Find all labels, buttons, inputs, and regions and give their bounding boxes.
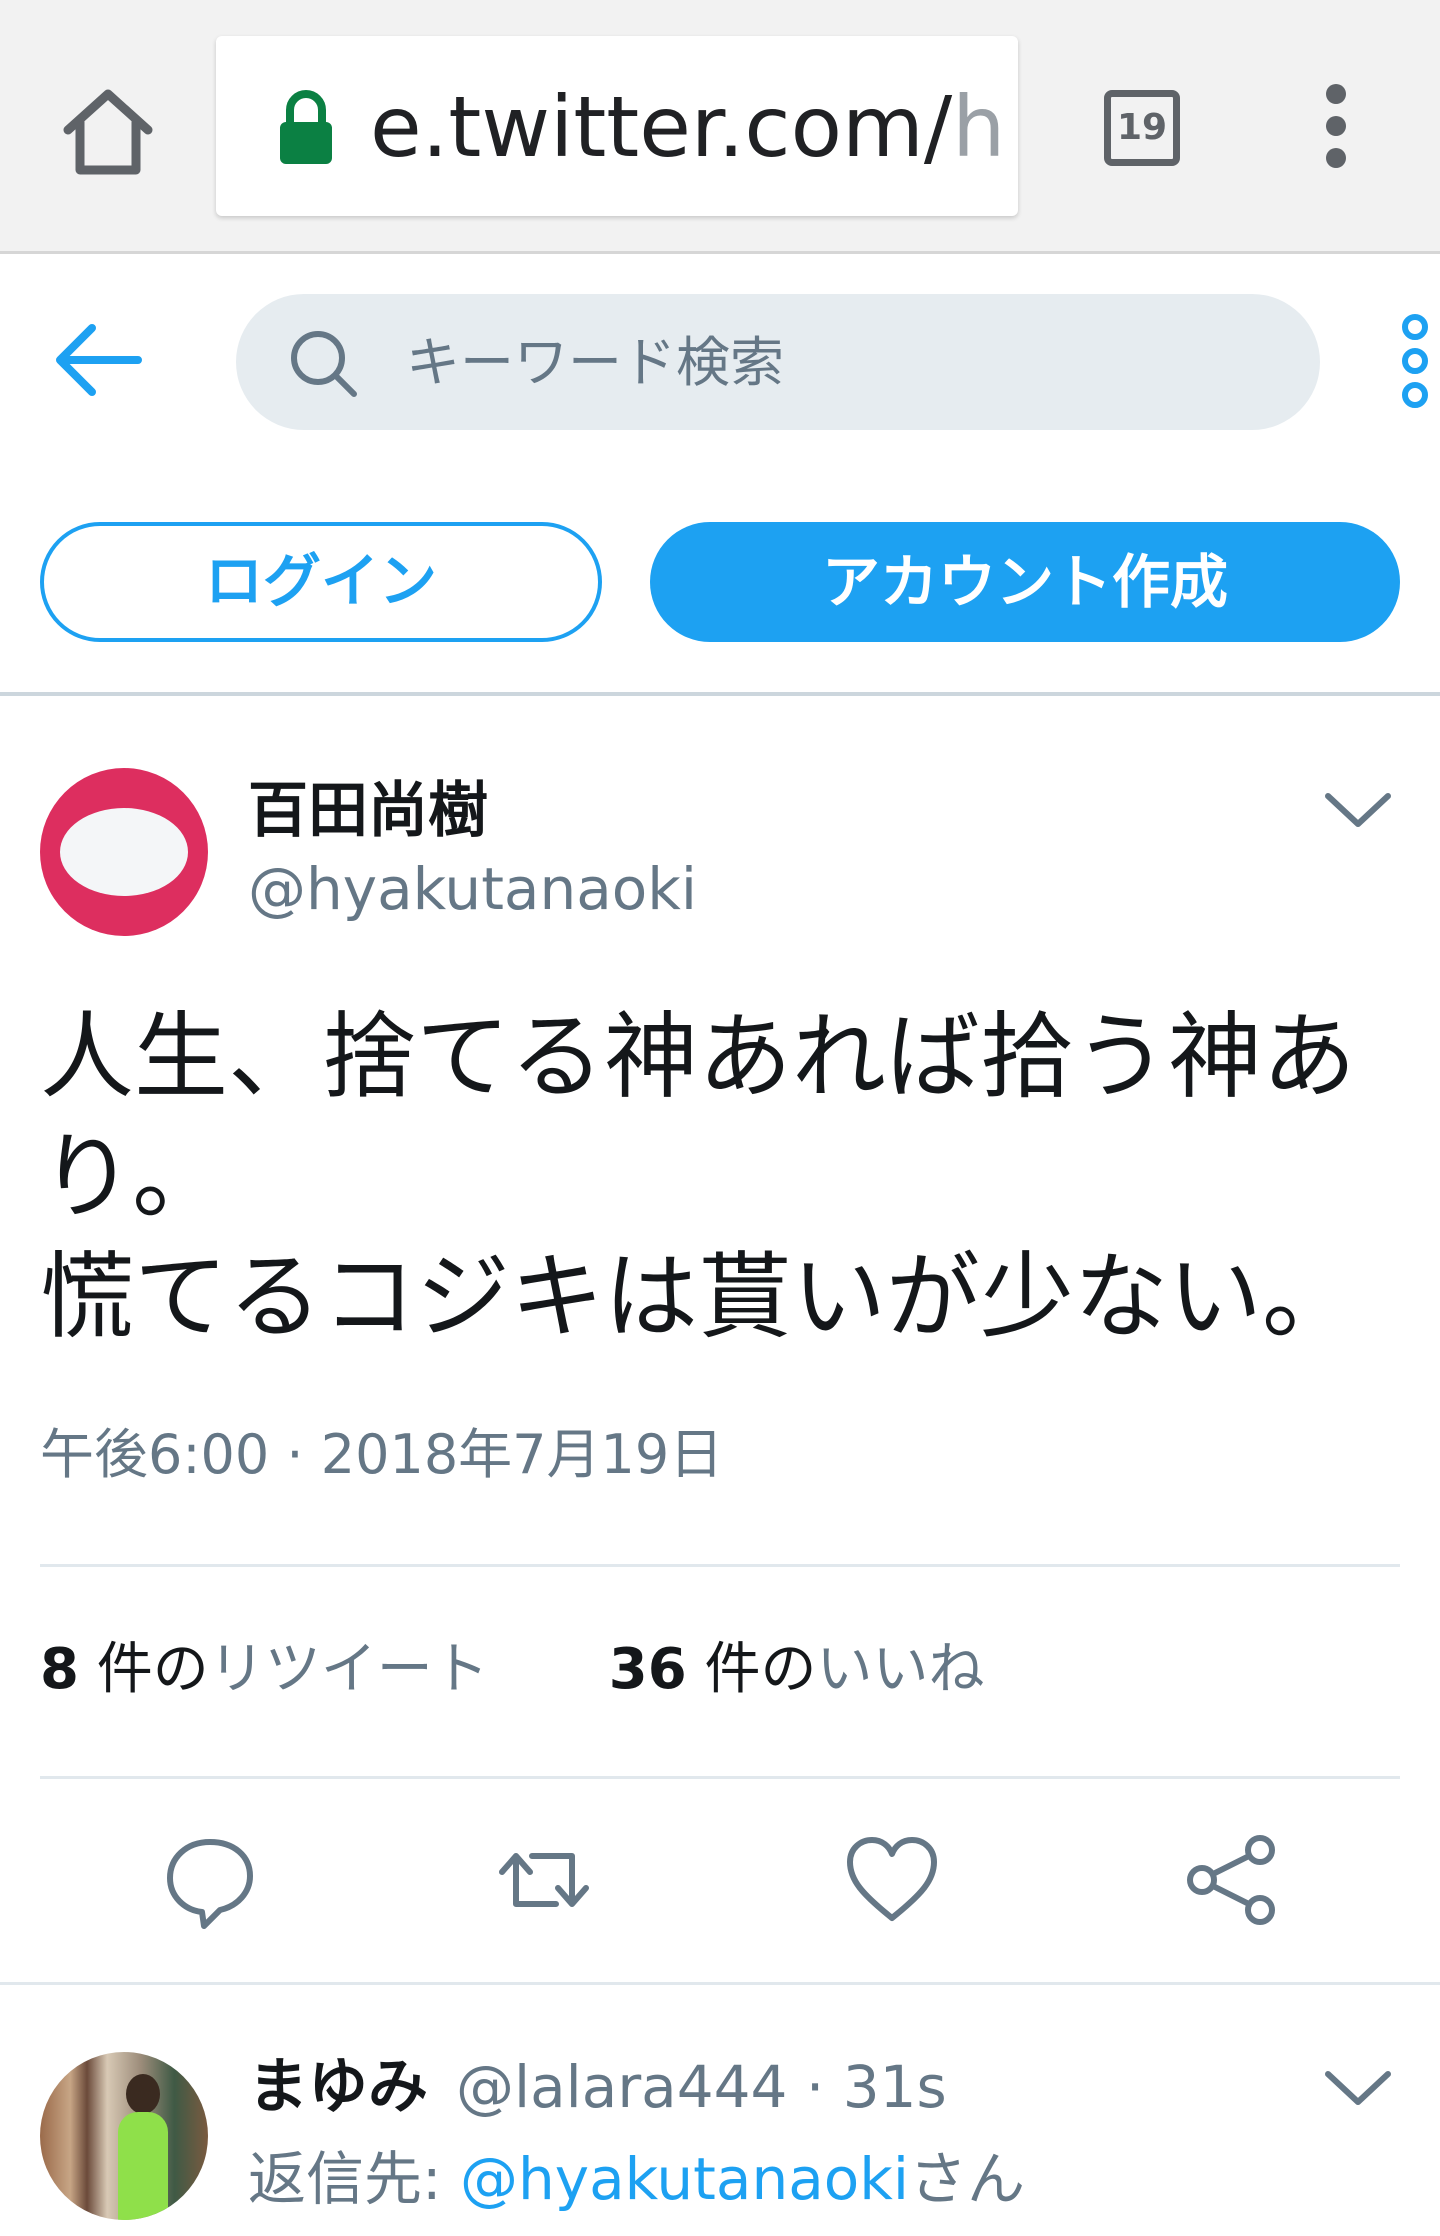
like-icon[interactable] <box>842 1830 942 1930</box>
tweet-actions <box>0 1830 1440 1940</box>
author-name[interactable]: 百田尚樹 <box>248 774 488 848</box>
login-button[interactable]: ログイン <box>40 522 602 642</box>
search-icon <box>288 328 360 400</box>
address-bar[interactable]: e.twitter.com/h <box>216 36 1018 216</box>
reply-icon[interactable] <box>160 1830 260 1930</box>
tabs-icon[interactable]: 19 <box>1104 90 1180 166</box>
url-text: e.twitter.com/h <box>370 78 1006 176</box>
search-input[interactable]: キーワード検索 <box>236 294 1320 430</box>
chevron-down-icon[interactable] <box>1322 2066 1394 2110</box>
reply-author-name[interactable]: まゆみ <box>248 2050 428 2124</box>
author-handle[interactable]: @hyakutanaoki <box>248 852 697 926</box>
tweet-timestamp: 午後6:00 · 2018年7月19日 <box>40 1423 724 1486</box>
signup-button[interactable]: アカウント作成 <box>650 522 1400 642</box>
avatar[interactable] <box>40 2052 208 2220</box>
divider <box>40 1564 1400 1567</box>
back-arrow-icon[interactable] <box>54 322 144 398</box>
retweet-icon[interactable] <box>494 1830 594 1930</box>
chevron-down-icon[interactable] <box>1322 788 1394 832</box>
home-icon[interactable] <box>58 82 158 182</box>
overflow-menu-icon[interactable] <box>1316 84 1356 174</box>
divider <box>0 1982 1440 1985</box>
retweet-count[interactable]: 8 件のリツイート <box>40 1630 489 1710</box>
browser-toolbar: e.twitter.com/h 19 <box>0 0 1440 254</box>
reply-mention-link[interactable]: @hyakutanaoki <box>460 2145 909 2213</box>
reply-to-line: 返信先: @hyakutanaokiさん <box>248 2145 1025 2213</box>
search-placeholder: キーワード検索 <box>406 331 784 394</box>
share-icon[interactable] <box>1182 1830 1282 1930</box>
more-icon[interactable] <box>1402 314 1440 420</box>
tweet-stats: 8 件のリツイート 36 件のいいね <box>40 1630 985 1710</box>
avatar[interactable] <box>40 768 208 936</box>
divider <box>40 1776 1400 1779</box>
reply-handle-time[interactable]: @lalara444 · 31s <box>456 2050 947 2124</box>
divider <box>0 692 1440 696</box>
like-count[interactable]: 36 件のいいね <box>609 1630 985 1710</box>
lock-icon <box>276 88 336 168</box>
tweet-text: 人生、捨てる神あれば拾う神あ り。 慌てるコジキは貰いが少ない。 <box>40 1003 1357 1352</box>
